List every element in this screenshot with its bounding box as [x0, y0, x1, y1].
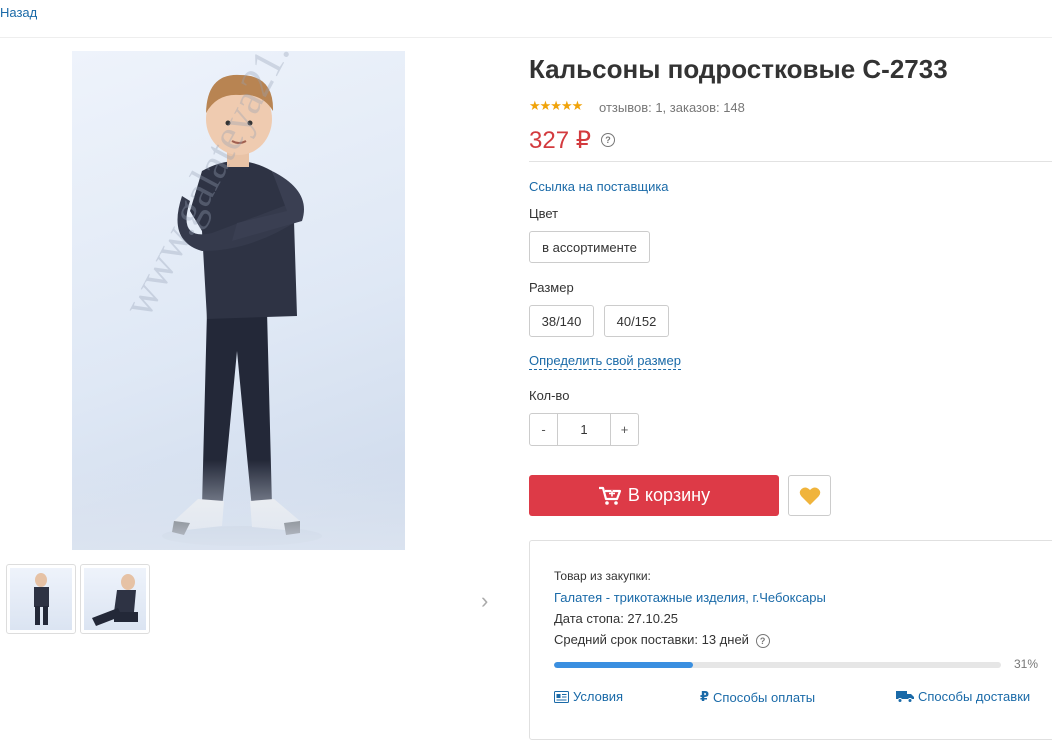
delivery-time: Средний срок поставки: 13 дней	[554, 632, 749, 647]
size-option-40-152[interactable]: 40/152	[604, 305, 669, 337]
terms-label: Условия	[573, 689, 624, 704]
quantity-input[interactable]: 1	[557, 414, 611, 445]
product-price: 327 ₽	[529, 127, 591, 154]
thumbnail-sitting-child-image	[92, 574, 138, 626]
question-circle-icon[interactable]: ?	[601, 133, 615, 147]
quantity-increase-button[interactable]: +	[611, 414, 638, 445]
truck-icon	[896, 690, 914, 703]
thumbnail-1[interactable]	[6, 564, 76, 634]
price-divider	[529, 161, 1052, 162]
quantity-label: Кол-во	[529, 388, 570, 403]
purchase-info-box: Товар из закупки: Галатея - трикотажные …	[529, 540, 1052, 740]
determine-size-link[interactable]: Определить свой размер	[529, 353, 681, 370]
add-to-cart-label: В корзину	[627, 485, 711, 505]
delivery-methods-label: Способы доставки	[918, 689, 1031, 704]
purchase-progress-bar	[554, 662, 1001, 668]
ruble-icon: ₽	[700, 689, 710, 704]
payment-methods-label: Способы оплаты	[713, 689, 816, 705]
top-divider	[0, 37, 1052, 38]
color-label: Цвет	[529, 206, 559, 221]
color-option-assorted[interactable]: в ассортименте	[529, 231, 650, 263]
delivery-time-row: Средний срок поставки: 13 дней ?	[554, 632, 770, 648]
cart-plus-icon	[598, 486, 622, 505]
supplier-link[interactable]: Ссылка на поставщика	[529, 179, 669, 194]
size-option-38-140[interactable]: 38/140	[529, 305, 594, 337]
payment-methods-link[interactable]: ₽ Способы оплаты	[700, 689, 815, 705]
purchase-progress-percent: 31%	[1014, 657, 1039, 671]
heart-icon	[799, 486, 820, 505]
size-label: Размер	[529, 280, 574, 295]
main-product-image[interactable]: www.galateya21.ru	[72, 51, 405, 550]
terms-icon	[554, 690, 569, 703]
rating-stars-icon: ★★★★★	[529, 98, 583, 113]
photo-floor-gradient	[72, 460, 405, 550]
stop-date: Дата стопа: 27.10.25	[554, 611, 679, 626]
purchase-from-label: Товар из закупки:	[554, 569, 651, 583]
delivery-methods-link[interactable]: Способы доставки	[896, 689, 1030, 704]
reviews-orders-count[interactable]: отзывов: 1, заказов: 148	[599, 100, 745, 115]
terms-link[interactable]: Условия	[554, 689, 623, 704]
question-circle-icon[interactable]: ?	[755, 634, 770, 648]
quantity-decrease-button[interactable]: -	[530, 414, 557, 445]
back-link[interactable]: Назад	[0, 5, 37, 20]
thumbnail-2[interactable]	[80, 564, 150, 634]
quantity-stepper: - 1 +	[529, 413, 639, 446]
product-title: Кальсоны подростковые С-2733	[529, 54, 948, 84]
purchase-supplier-link[interactable]: Галатея - трикотажные изделия, г.Чебокса…	[554, 590, 826, 605]
favorite-button[interactable]	[788, 475, 831, 516]
chevron-right-icon[interactable]: ›	[481, 588, 488, 614]
add-to-cart-button[interactable]: В корзину	[529, 475, 779, 516]
thumbnail-standing-child-image	[34, 573, 49, 625]
purchase-progress-fill	[554, 662, 693, 668]
